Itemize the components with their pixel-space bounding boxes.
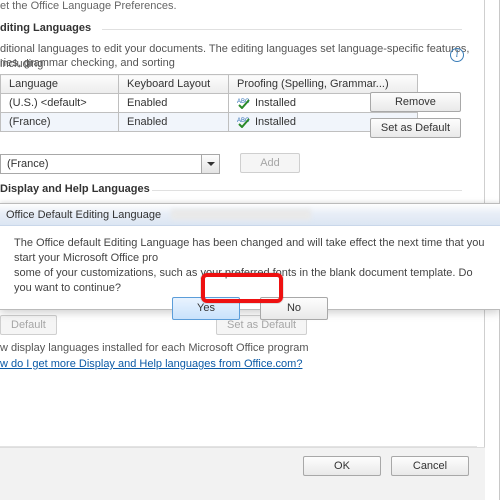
add-language-dropdown[interactable]: (France) [0, 154, 220, 174]
proofing-icon: ABC [237, 116, 251, 128]
dialog-bottom-bar: OK Cancel [0, 447, 485, 500]
pref-intro-text: et the Office Language Preferences. [0, 0, 177, 12]
table-side-buttons: Remove Set as Default [370, 92, 461, 138]
dialog-titlebar: Office Default Editing Language [0, 204, 500, 226]
dialog-message-line1: The Office default Editing Language has … [14, 236, 486, 266]
table-row[interactable]: (U.S.) <default> Enabled ABC Installed [1, 94, 418, 113]
section-divider [152, 190, 462, 191]
editing-desc-line2: ries, grammar checking, and sorting [0, 56, 175, 71]
editing-languages-title: diting Languages [0, 22, 91, 34]
set-default-button[interactable]: Set as Default [370, 118, 461, 138]
editing-languages-table: Language Keyboard Layout Proofing (Spell… [0, 74, 418, 132]
cell-layout: Enabled [119, 94, 229, 113]
highlight-annotation [201, 273, 283, 303]
section-divider [102, 29, 462, 30]
col-layout[interactable]: Keyboard Layout [119, 75, 229, 94]
blurred-text [171, 209, 311, 220]
remove-button[interactable]: Remove [370, 92, 461, 112]
add-button: Add [240, 153, 300, 173]
display-languages-text: w display languages installed for each M… [0, 341, 309, 356]
chevron-down-icon[interactable] [201, 155, 219, 173]
proofing-icon: ABC [237, 97, 251, 109]
table-header-row: Language Keyboard Layout Proofing (Spell… [1, 75, 418, 94]
info-icon[interactable]: i [450, 48, 464, 62]
col-proofing[interactable]: Proofing (Spelling, Grammar...) [229, 75, 418, 94]
col-language[interactable]: Language [1, 75, 119, 94]
display-help-title: Display and Help Languages [0, 183, 150, 195]
ok-button[interactable]: OK [303, 456, 381, 476]
office-languages-link[interactable]: w do I get more Display and Help languag… [0, 358, 302, 370]
cell-lang: (U.S.) <default> [1, 94, 119, 113]
dropdown-value: (France) [1, 158, 201, 170]
cancel-button[interactable]: Cancel [391, 456, 469, 476]
dialog-title: Office Default Editing Language [6, 209, 161, 221]
cell-lang: (France) [1, 113, 119, 132]
cell-layout: Enabled [119, 113, 229, 132]
table-row[interactable]: (France) Enabled ABC Installed [1, 113, 418, 132]
